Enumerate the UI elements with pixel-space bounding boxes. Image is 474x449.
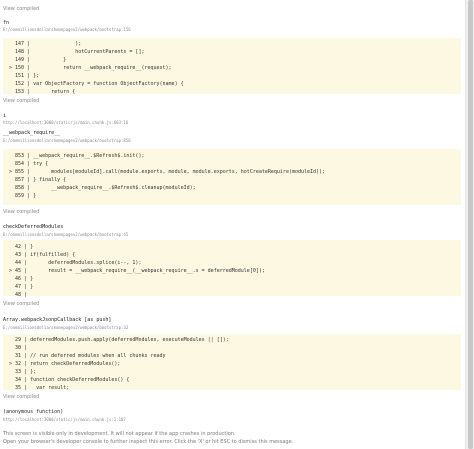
code-line: 152 | var ObjectFactory = function Objec… bbox=[9, 81, 184, 87]
frame-file-path[interactable]: http://localhost:3000/static/js/main.chu… bbox=[3, 120, 128, 125]
code-line: 153 | return { bbox=[9, 89, 76, 95]
view-compiled-link[interactable]: View compiled bbox=[3, 6, 39, 12]
code-line: 44 | deferredModules.splice(i--, 1); bbox=[9, 260, 142, 266]
view-compiled-link[interactable]: View compiled bbox=[3, 209, 39, 215]
frame-function-name: __webpack_require__ bbox=[3, 130, 61, 136]
frame-file-path[interactable]: E:/onemillionsdollarshomepagev2/webpack/… bbox=[3, 27, 131, 32]
frame-function-name: fn bbox=[3, 20, 10, 26]
frame-file-path[interactable]: E:/onemillionsdollarshomepagev2/webpack/… bbox=[3, 138, 131, 143]
code-line: 29 | deferredModules.push.apply(deferred… bbox=[9, 337, 229, 343]
code-line: 43 | if(fulfilled) { bbox=[9, 252, 76, 258]
code-line: 858 | __webpack_require__.$Refresh$.clea… bbox=[9, 185, 196, 191]
code-snippet: 853 | __webpack_require__.$Refresh$.init… bbox=[3, 149, 461, 205]
code-line: 859 | } bbox=[9, 193, 37, 199]
code-snippet: 29 | deferredModules.push.apply(deferred… bbox=[3, 334, 461, 391]
code-line: 46 | } bbox=[9, 276, 34, 282]
view-compiled-link[interactable]: View compiled bbox=[3, 301, 39, 307]
code-line: 33 | }; bbox=[9, 369, 37, 375]
code-line: 151 | }; bbox=[9, 73, 40, 79]
frame-function-name: checkDeferredModules bbox=[3, 224, 64, 230]
frame-function-name: Array.webpackJsonpCallback [as push] bbox=[3, 317, 112, 323]
frame-function-name: i bbox=[3, 113, 7, 119]
code-line: 47 | } bbox=[9, 284, 34, 290]
vertical-scrollbar[interactable] bbox=[465, 0, 474, 449]
code-line: 31 | // run deferred modules when all ch… bbox=[9, 353, 166, 359]
frame-function-name: (anonymous function) bbox=[3, 409, 64, 415]
code-line: 854 | try { bbox=[9, 161, 49, 167]
footer-dismiss-hint: Open your browser's developer console to… bbox=[3, 439, 294, 445]
view-compiled-link[interactable]: View compiled bbox=[3, 98, 39, 104]
frame-file-path[interactable]: E:/onemillionsdollarshomepagev2/webpack/… bbox=[3, 232, 128, 237]
scrollbar-thumb[interactable] bbox=[468, 0, 473, 449]
code-line: 147 | ); bbox=[9, 41, 82, 47]
code-line-highlighted: > 32 | return checkDeferredModules(); bbox=[9, 361, 121, 367]
code-line: 149 | } bbox=[9, 57, 67, 63]
code-snippet: 147 | ); 148 | hotCurrentParents = []; 1… bbox=[3, 38, 461, 95]
view-compiled-link[interactable]: View compiled bbox=[3, 394, 39, 400]
error-overlay: View compiled fn E:/onemillionsdollarsho… bbox=[0, 0, 466, 449]
footer-dev-notice: This screen is visible only in developme… bbox=[3, 431, 236, 437]
code-line: 35 | var result; bbox=[9, 385, 70, 391]
code-line: 30 | bbox=[9, 345, 28, 351]
code-line: 148 | hotCurrentParents = []; bbox=[9, 49, 145, 55]
frame-file-path[interactable]: E:/onemillionsdollarshomepagev2/webpack/… bbox=[3, 325, 128, 330]
code-line: 42 | } bbox=[9, 244, 34, 250]
code-line: 857 | } finally { bbox=[9, 177, 67, 183]
code-line: 48 | bbox=[9, 292, 28, 298]
code-snippet: 42 | } 43 | if(fulfilled) { 44 | deferre… bbox=[3, 240, 461, 298]
code-line: 853 | __webpack_require__.$Refresh$.init… bbox=[9, 153, 145, 159]
code-line-highlighted: > 45 | result = __webpack_require__(__we… bbox=[9, 268, 265, 274]
code-line-highlighted: > 855 | modules[moduleId].call(module.ex… bbox=[9, 169, 326, 175]
code-line: 34 | function checkDeferredModules() { bbox=[9, 377, 130, 383]
code-line-highlighted: > 150 | return __webpack_require__(reque… bbox=[9, 65, 172, 71]
frame-file-path[interactable]: http://localhost:3000/static/js/main.chu… bbox=[3, 417, 126, 422]
